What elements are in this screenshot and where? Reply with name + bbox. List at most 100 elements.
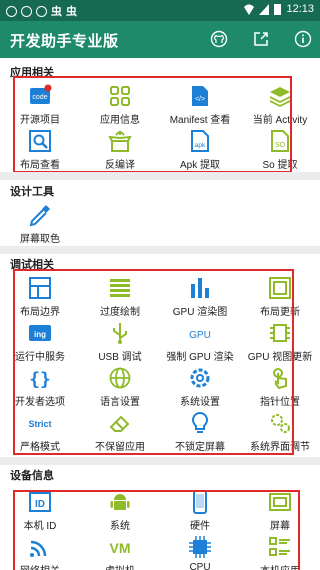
tile-label: 屏幕取色 — [20, 234, 60, 245]
tile-label: 强制 GPU 渲染 — [166, 352, 234, 363]
tile-system[interactable]: 系统 — [80, 486, 160, 532]
tile-label: 指针位置 — [260, 397, 300, 408]
running-service-icon: ing — [29, 325, 51, 341]
touch-pointer-icon — [273, 368, 287, 390]
tile-label: 硬件 — [190, 521, 210, 532]
tile-overdraw[interactable]: 过度绘制 — [80, 272, 160, 318]
tile-open-source[interactable]: code 开源项目 — [0, 80, 80, 126]
tile-device-id[interactable]: ID 本机 ID — [0, 486, 80, 532]
section-divider — [0, 246, 320, 254]
status-bar: 虫 虫 12:13 — [0, 0, 320, 21]
section-title-app: 应用相关 — [10, 67, 54, 79]
tile-label: 系统设置 — [180, 397, 220, 408]
gpu-bars-icon — [191, 278, 209, 298]
notification-icon: 虫 — [66, 6, 77, 18]
tile-dont-keep-apps[interactable]: 不保留应用 — [80, 407, 160, 453]
vm-text-icon: VM — [110, 540, 131, 556]
svg-text:ing: ing — [34, 330, 46, 339]
tile-current-activity[interactable]: 当前 Activity — [240, 80, 320, 126]
android-icon — [110, 494, 130, 510]
tile-developer-options[interactable]: {} 开发者选项 — [0, 362, 80, 408]
tile-label: 布局边界 — [20, 307, 60, 318]
grid-apps-icon — [110, 86, 130, 106]
eyedropper-icon — [29, 205, 50, 227]
app-list-icon — [269, 537, 290, 556]
section-divider — [0, 457, 320, 465]
tile-app-info[interactable]: 应用信息 — [80, 80, 160, 126]
tile-layout-update[interactable]: 布局更新 — [240, 272, 320, 318]
tile-label: 本机 ID — [23, 521, 57, 532]
notification-icon — [36, 5, 47, 17]
apk-file-icon: apk — [191, 130, 209, 152]
notification-icon — [6, 5, 17, 17]
section-title-device: 设备信息 — [10, 470, 54, 482]
tile-label: 屏幕 — [270, 521, 290, 532]
tile-system-ui-tuner[interactable]: 系统界面调节 — [240, 407, 320, 453]
cell-signal-icon — [259, 4, 270, 15]
app-title: 开发助手专业版 — [10, 33, 119, 50]
bulb-icon — [191, 412, 209, 433]
tile-force-gpu[interactable]: GPU 强制 GPU 渲染 — [160, 317, 240, 363]
tile-installed-apps[interactable]: 本机应用 — [240, 531, 320, 570]
tile-label: CPU — [189, 562, 211, 570]
layout-search-icon — [29, 130, 51, 152]
tile-label: Manifest 查看 — [169, 115, 231, 126]
app-tools-grid: code 开源项目 应用信息 </> Manifest 查看 当前 Activi… — [0, 80, 320, 171]
svg-text:VM: VM — [110, 540, 131, 556]
section-title-debug: 调试相关 — [10, 259, 54, 271]
layers-icon — [270, 87, 290, 107]
section-title-design: 设计工具 — [10, 186, 54, 198]
tile-gpu-view-update[interactable]: GPU 视图更新 — [240, 317, 320, 363]
tile-pointer-location[interactable]: 指针位置 — [240, 362, 320, 408]
tile-usb-debug[interactable]: USB 调试 — [80, 317, 160, 363]
tile-label: 虚拟机 — [80, 562, 160, 570]
tile-label: 当前 Activity — [252, 115, 308, 126]
tile-color-picker[interactable]: 屏幕取色 — [0, 199, 80, 245]
tile-system-settings[interactable]: 系统设置 — [160, 362, 240, 408]
section-divider — [0, 172, 320, 180]
gpu-text-icon: GPU — [189, 330, 211, 341]
tile-decompile[interactable]: 反编译 — [80, 125, 160, 171]
tile-network[interactable]: 网络相关 — [0, 531, 80, 570]
tile-label: So 提取 — [262, 160, 298, 171]
info-icon[interactable] — [294, 30, 312, 48]
tile-hardware[interactable]: 硬件 — [160, 486, 240, 532]
tile-language-settings[interactable]: 语言设置 — [80, 362, 160, 408]
strict-text-icon: Strict — [28, 419, 51, 429]
github-icon[interactable] — [210, 30, 228, 48]
share-icon[interactable] — [252, 30, 270, 48]
tile-manifest[interactable]: </> Manifest 查看 — [160, 80, 240, 126]
gears-icon — [271, 414, 290, 433]
app-bar: 开发助手专业版 — [0, 21, 320, 58]
tile-stay-awake[interactable]: 不锁定屏幕 — [160, 407, 240, 453]
box-unpack-icon — [108, 131, 132, 152]
phone-hardware-icon — [193, 490, 207, 514]
tile-label: 系统 — [110, 521, 130, 532]
svg-text:GPU: GPU — [189, 330, 211, 341]
debug-tools-grid: 布局边界 过度绘制 GPU 渲染图 布局更新 ing 运行中服务 USB 调试 … — [0, 272, 320, 453]
tile-label: 本机应用 — [240, 562, 320, 570]
tile-layout-bounds[interactable]: 布局边界 — [0, 272, 80, 318]
notification-icon: 虫 — [51, 6, 62, 18]
wifi-signal-icon — [244, 4, 255, 15]
tile-gpu-render-graph[interactable]: GPU 渲染图 — [160, 272, 240, 318]
tile-label: 布局查看 — [20, 160, 60, 171]
tile-label: 开发者选项 — [15, 397, 65, 408]
tile-strict-mode[interactable]: Strict 严格模式 — [0, 407, 80, 453]
tile-label: 不锁定屏幕 — [175, 442, 225, 453]
tile-so-extract[interactable]: SO So 提取 — [240, 125, 320, 171]
tile-virtual-machine[interactable]: VM 虚拟机 — [80, 531, 160, 570]
tile-label: GPU 视图更新 — [247, 352, 313, 363]
tile-screen[interactable]: 屏幕 — [240, 486, 320, 532]
so-file-icon: SO — [271, 130, 289, 152]
tile-label: 应用信息 — [100, 115, 140, 126]
code-file-icon: code — [30, 84, 52, 104]
tile-layout-view[interactable]: 布局查看 — [0, 125, 80, 171]
id-card-icon: ID — [29, 492, 51, 512]
tile-running-services[interactable]: ing 运行中服务 — [0, 317, 80, 363]
tile-apk-extract[interactable]: apk Apk 提取 — [160, 125, 240, 171]
tile-cpu[interactable]: CPU — [160, 531, 240, 570]
globe-icon — [109, 367, 131, 389]
tile-label: 反编译 — [105, 160, 135, 171]
tile-label: 开源项目 — [20, 115, 60, 126]
